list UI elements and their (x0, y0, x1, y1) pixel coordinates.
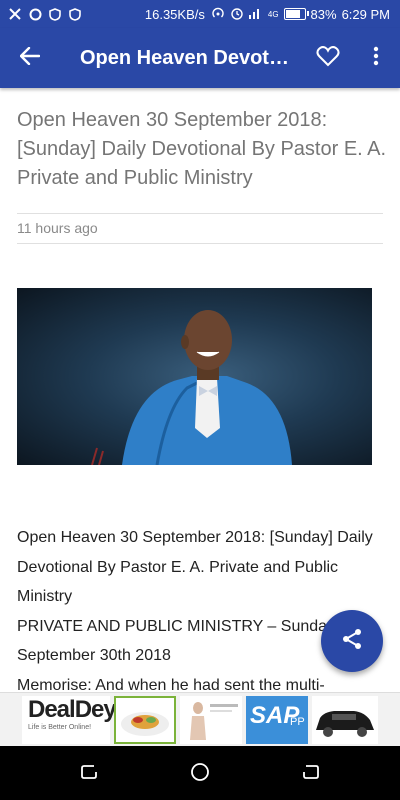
heart-icon (316, 45, 340, 72)
sap-ad[interactable]: SAP PP (246, 696, 308, 744)
home-icon (190, 762, 210, 787)
overflow-menu-button[interactable] (352, 28, 400, 88)
shield-icon (48, 7, 62, 21)
network-speed: 16.35KB/s (144, 6, 205, 22)
dealdey-tagline: Life is Better Online! (28, 724, 92, 731)
back-button[interactable] (0, 28, 60, 88)
recents-icon (80, 763, 98, 786)
opera-icon (28, 7, 42, 21)
home-button[interactable] (189, 762, 211, 787)
app-bar: Open Heaven Devot… (0, 28, 400, 88)
battery-icon (283, 8, 309, 20)
share-icon (340, 627, 364, 656)
article-paragraph: Open Heaven 30 September 2018: [Sunday] … (17, 529, 373, 605)
network-type: 4G (267, 9, 279, 19)
more-vert-icon (373, 46, 379, 71)
sap-sub: PP (290, 716, 305, 728)
article-image[interactable] (17, 288, 372, 465)
article-content: Open Heaven 30 September 2018: [Sunday] … (0, 88, 400, 692)
divider (17, 213, 383, 214)
back-nav-button[interactable] (300, 763, 322, 785)
signal-icon (248, 7, 263, 22)
article-time: 11 hours ago (17, 220, 98, 236)
pastor-portrait (91, 310, 292, 465)
notification-x-icon (8, 7, 22, 21)
favorite-button[interactable] (304, 28, 352, 88)
dealdey-ad[interactable]: DealDey Life is Better Online! (22, 696, 117, 744)
status-bar: 16.35KB/s 4G 83% 6:29 PM (0, 0, 400, 28)
food-plate-image (121, 712, 169, 736)
back-nav-icon (302, 763, 320, 786)
share-fab[interactable] (321, 610, 383, 672)
car-image (316, 711, 374, 737)
back-arrow-icon (19, 46, 41, 70)
hotspot-icon (211, 6, 225, 23)
page-title: Open Heaven Devot… (80, 46, 289, 69)
food-ad[interactable] (114, 696, 176, 744)
car-ad[interactable] (312, 696, 378, 744)
dealdey-accent (72, 700, 108, 720)
alarm-icon (230, 6, 244, 23)
health-ad[interactable] (180, 696, 242, 744)
clock: 6:29 PM (341, 6, 390, 22)
system-navigation-bar (0, 746, 400, 800)
shield-outline-icon (68, 7, 82, 21)
article-paragraph: Memorise: And when he had sent the multi… (17, 676, 325, 693)
article-headline: Open Heaven 30 September 2018: [Sunday] … (17, 109, 387, 189)
article-body: Open Heaven 30 September 2018: [Sunday] … (17, 523, 377, 692)
recents-button[interactable] (78, 763, 100, 785)
ad-banner[interactable]: DealDey Life is Better Online! SAP PP (0, 692, 400, 747)
health-figure-image (190, 702, 238, 740)
battery-percent: 83% (310, 6, 337, 22)
divider (17, 243, 383, 244)
